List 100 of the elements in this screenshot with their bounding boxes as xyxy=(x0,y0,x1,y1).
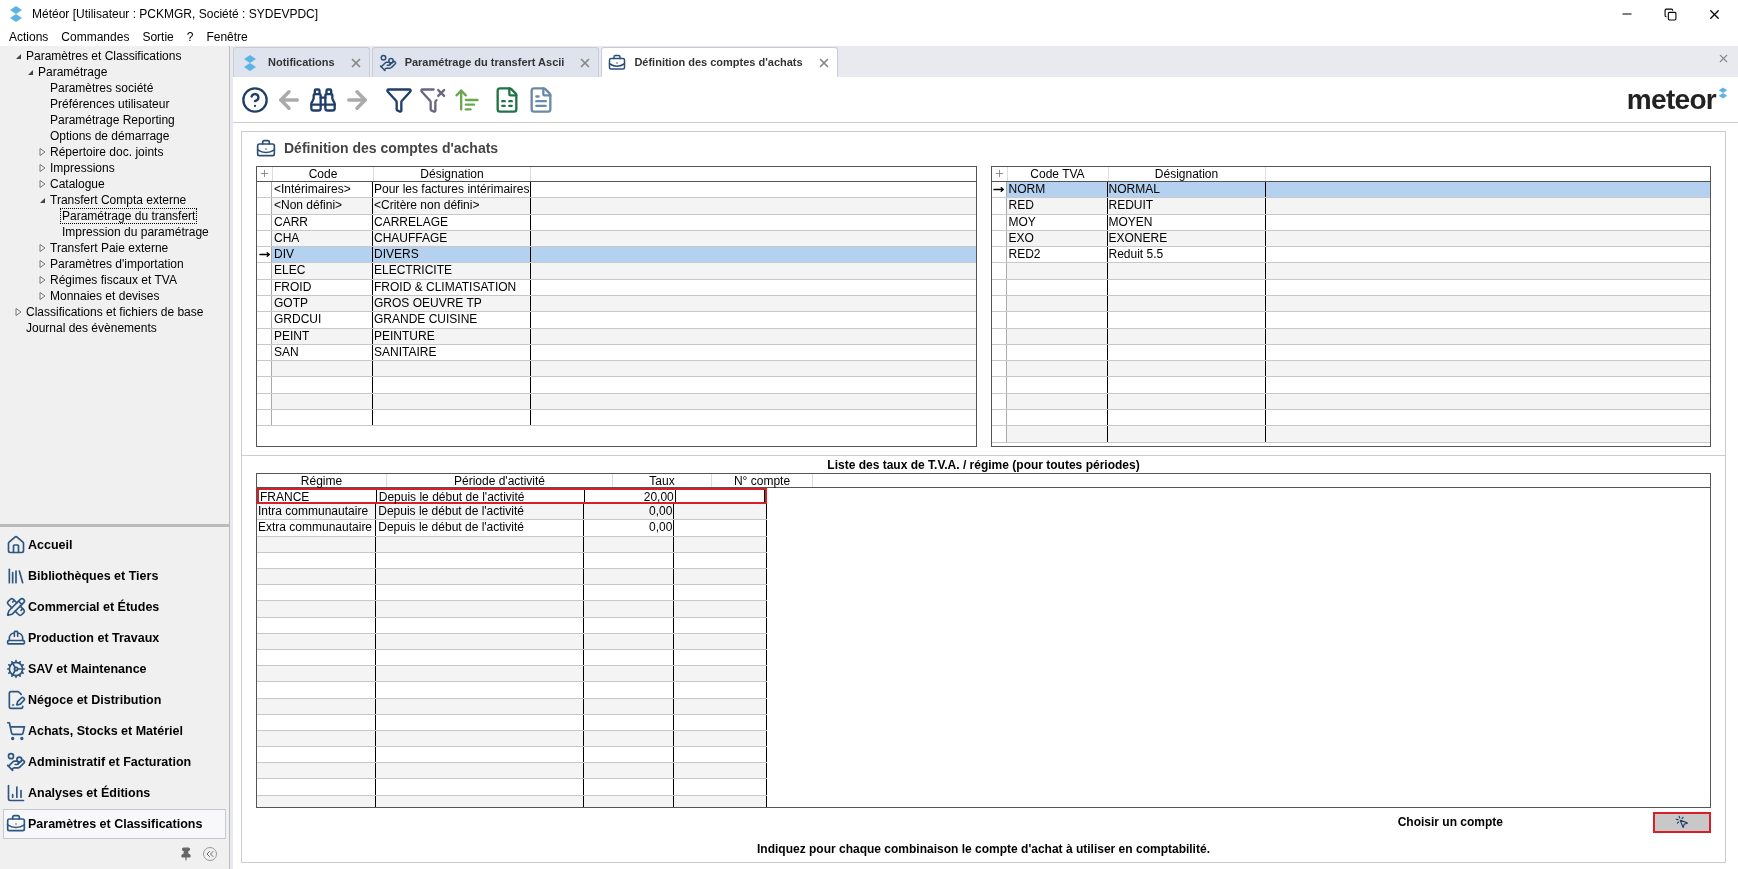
row-selector[interactable] xyxy=(991,198,1007,214)
gear-icon xyxy=(6,659,26,679)
table-cell: FRANCE xyxy=(259,490,377,503)
help-icon[interactable] xyxy=(241,85,269,114)
table-cell: GROS OEUVRE TP xyxy=(373,296,531,312)
table-row[interactable]: Extra communautaire Depuis le début de l'activité 0,00 xyxy=(257,520,767,537)
expanded-icon[interactable] xyxy=(26,68,34,76)
tree-item[interactable]: Préférences utilisateur xyxy=(48,96,172,112)
table-row[interactable]: FRANCE Depuis le début de l'activité 20,00 xyxy=(257,488,767,505)
row-selector[interactable] xyxy=(991,361,1007,377)
tree-item[interactable]: Catalogue xyxy=(48,176,107,192)
table-cell: Intra communautaire xyxy=(257,504,377,520)
tab[interactable]: Notifications xyxy=(233,47,370,77)
row-selector[interactable] xyxy=(257,247,272,263)
tree-item[interactable]: Régimes fiscaux et TVA xyxy=(48,272,179,288)
table-row[interactable]: Intra communautaire Depuis le début de l'activité 0,00 xyxy=(257,504,767,521)
tab[interactable]: Définition des comptes d'achats xyxy=(601,47,838,77)
tree-item[interactable]: Impression du paramétrage xyxy=(60,224,211,240)
menu-item[interactable]: Fenêtre xyxy=(206,28,248,46)
menu-item[interactable]: Actions xyxy=(9,28,49,46)
restore-icon[interactable] xyxy=(1664,7,1677,21)
menu-item[interactable]: ? xyxy=(186,28,194,46)
document-icon xyxy=(6,690,26,710)
grid-row[interactable]: RED2 Reduit 5.5 xyxy=(991,247,1710,264)
tree-item[interactable]: Paramètres et Classifications xyxy=(24,48,184,64)
collapsed-icon[interactable] xyxy=(38,180,46,188)
nav-item[interactable]: SAV et Maintenance xyxy=(3,654,226,684)
table-cell: RED xyxy=(1006,198,1108,214)
footer-note: Indiquez pour chaque combinaison le compte d'achat à utiliser en comptabilité. xyxy=(757,841,1210,859)
table-cell: GOTP xyxy=(272,296,373,312)
nav-item[interactable]: Analyses et Éditions xyxy=(3,778,226,808)
column-header: Taux xyxy=(613,474,712,488)
table-cell: REDUIT xyxy=(1107,198,1266,214)
collapsed-icon[interactable] xyxy=(38,260,46,268)
tree-item[interactable]: Monnaies et devises xyxy=(48,288,162,304)
grid-row[interactable]: DIV DIVERS xyxy=(257,247,976,264)
filter-icon[interactable] xyxy=(385,85,413,114)
collapsed-icon[interactable] xyxy=(38,276,46,284)
table-cell: Pour les factures intérimaires xyxy=(373,181,531,198)
table-cell: 20,00 xyxy=(584,490,676,503)
table-cell: DIVERS xyxy=(373,247,531,263)
nav-item[interactable]: Commercial et Études xyxy=(3,592,226,622)
nav-item[interactable]: Négoce et Distribution xyxy=(3,685,226,715)
nav-item[interactable]: Administratif et Facturation xyxy=(3,747,226,777)
column-header: Désignation xyxy=(1107,166,1266,181)
column-header: Code TVA xyxy=(1006,166,1108,181)
collapsed-icon[interactable] xyxy=(38,244,46,252)
table-cell: EXO xyxy=(1006,230,1108,247)
row-selector[interactable] xyxy=(991,426,1007,442)
nav-item[interactable]: Accueil xyxy=(3,530,226,560)
row-selector[interactable] xyxy=(991,263,1007,279)
table-cell: 0,00 xyxy=(583,504,675,520)
collapsed-icon[interactable] xyxy=(38,292,46,300)
cart-icon xyxy=(6,721,26,741)
tree-item[interactable]: Transfert Paie externe xyxy=(48,240,171,256)
search-icon[interactable] xyxy=(309,85,337,114)
table-cell: NORM xyxy=(1006,181,1108,198)
table-cell: CARR xyxy=(272,214,373,230)
clear-filter-icon[interactable] xyxy=(419,85,447,114)
tree-item[interactable]: Paramétrage xyxy=(36,64,110,80)
add-row-icon[interactable] xyxy=(993,168,1005,180)
tree-item[interactable]: Classifications et fichiers de base xyxy=(24,304,206,320)
coin-hand-icon xyxy=(6,752,26,772)
nav-item[interactable]: Achats, Stocks et Matériel xyxy=(3,716,226,746)
tree-item[interactable]: Paramétrage du transfert xyxy=(60,208,198,224)
expanded-icon[interactable] xyxy=(38,196,46,204)
choose-account-button[interactable] xyxy=(1653,811,1711,833)
table-cell: CHA xyxy=(272,230,373,247)
tree-item[interactable]: Options de démarrage xyxy=(48,128,172,144)
pin-icon[interactable] xyxy=(179,847,193,861)
tree-item[interactable]: Paramètres d'importation xyxy=(48,256,186,272)
grid-row[interactable]: RED REDUIT xyxy=(991,198,1710,215)
menu-item[interactable]: Sortie xyxy=(142,28,174,46)
column-header: Désignation xyxy=(373,166,531,181)
tree-item[interactable]: Paramétrage Reporting xyxy=(48,112,177,128)
nav-item[interactable]: Paramètres et Classifications xyxy=(3,809,226,839)
collapsed-icon[interactable] xyxy=(38,164,46,172)
table-cell: ELECTRICITE xyxy=(373,263,531,279)
briefcase-icon xyxy=(256,138,276,159)
expanded-icon[interactable] xyxy=(14,52,22,60)
section-title: Liste des taux de T.V.A. / régime (pour toutes périodes) xyxy=(827,456,1140,474)
grid-row[interactable]: ELEC ELECTRICITE xyxy=(257,263,976,280)
tab[interactable]: Paramétrage du transfert Ascii xyxy=(371,47,600,77)
tree-item[interactable]: Journal des évènements xyxy=(24,320,159,336)
grid-row[interactable]: <Non défini> <Critère non défini> xyxy=(257,198,976,215)
grid-row[interactable]: GRDCUI GRANDE CUISINE xyxy=(257,312,976,329)
table-cell: SANITAIRE xyxy=(373,344,531,361)
tree-item[interactable]: Impressions xyxy=(48,160,117,176)
window-title: Météor [Utilisateur : PCKMGR, Société : SYDEVPDC] xyxy=(32,6,319,23)
add-row-icon[interactable] xyxy=(259,168,270,180)
tree-item[interactable]: Paramètres société xyxy=(48,80,156,96)
nav-item[interactable]: Production et Travaux xyxy=(3,623,226,653)
tree-item[interactable]: Répertoire doc. joints xyxy=(48,144,166,160)
nav-item[interactable]: Bibliothèques et Tiers xyxy=(3,561,226,591)
collapsed-icon[interactable] xyxy=(38,148,46,156)
menu-item[interactable]: Commandes xyxy=(61,28,130,46)
tree-item[interactable]: Transfert Compta externe xyxy=(48,192,189,208)
table-cell: GRANDE CUISINE xyxy=(373,312,531,328)
collapsed-icon[interactable] xyxy=(14,308,22,316)
house-icon xyxy=(6,535,26,555)
